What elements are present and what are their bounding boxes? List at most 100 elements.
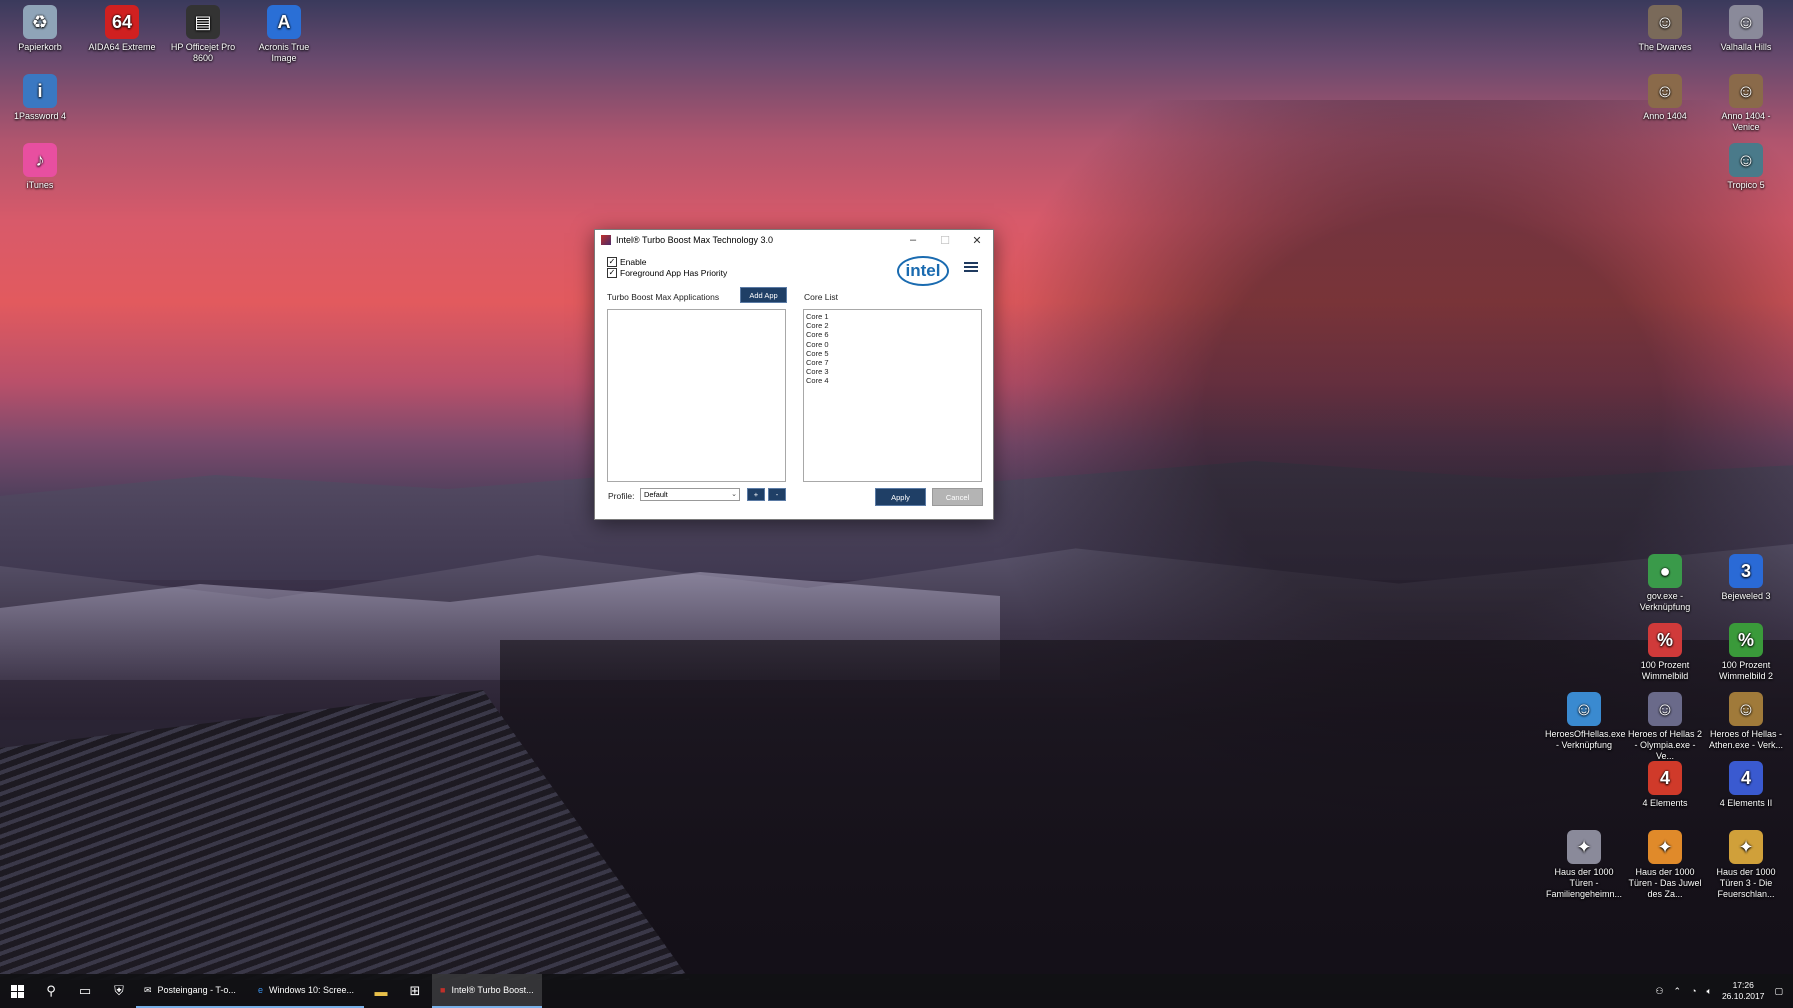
profile-select[interactable]: Default ⌄	[640, 488, 740, 501]
1password-icon: i	[23, 74, 57, 108]
chevron-up-icon[interactable]: ⌃	[1674, 986, 1682, 997]
printer-icon: ▤	[186, 5, 220, 39]
desktop-shortcut[interactable]: ☺ Heroes of Hellas - Athen.exe - Verk...	[1707, 692, 1785, 751]
core-list-item[interactable]: Core 2	[804, 321, 981, 330]
profile-label: Profile:	[608, 491, 635, 501]
desktop-shortcut[interactable]: 3 Bejeweled 3	[1707, 554, 1785, 602]
aida64-icon: 64	[105, 5, 139, 39]
core-list-item[interactable]: Core 7	[804, 358, 981, 367]
core-list-item[interactable]: Core 1	[804, 312, 981, 321]
foreground-priority-checkbox[interactable]: ✓	[607, 268, 617, 278]
taskbar-app-label: Posteingang - T-o...	[157, 985, 236, 995]
game-icon: 4	[1729, 761, 1763, 795]
desktop-shortcut[interactable]: % 100 Prozent Wimmelbild 2	[1707, 623, 1785, 682]
core-list-item[interactable]: Core 3	[804, 367, 981, 376]
desktop-shortcut-label: Papierkorb	[18, 42, 62, 52]
desktop-shortcut[interactable]: ✦ Haus der 1000 Türen - Das Juwel des Za.…	[1626, 830, 1704, 900]
desktop-shortcut[interactable]: A Acronis True Image	[245, 5, 323, 64]
core-list-label: Core List	[804, 292, 839, 302]
bejeweled-icon: 3	[1729, 554, 1763, 588]
desktop-shortcut-label: Haus der 1000 Türen - Das Juwel des Za..…	[1628, 867, 1702, 899]
task-view-button[interactable]: ▭	[68, 974, 102, 1008]
system-tray: ⚇ ⌃ ◔ 🔈︎ 17:26 26.10.2017 ▢	[1655, 974, 1793, 1008]
desktop-shortcut-label: HP Officejet Pro 8600	[170, 42, 236, 63]
taskbar-app-button[interactable]: ✉ Posteingang - T-o...	[136, 974, 250, 1008]
core-list-item[interactable]: Core 0	[804, 340, 981, 349]
minimize-button[interactable]: –	[897, 230, 929, 250]
taskbar-app-label: Intel® Turbo Boost...	[451, 985, 534, 995]
defender-button[interactable]: ⛨	[102, 974, 136, 1008]
dialog-title: Intel® Turbo Boost Max Technology 3.0	[616, 235, 774, 245]
intel-logo: intel	[897, 256, 949, 286]
desktop-shortcut-label: Haus der 1000 Türen - Familiengeheimn...	[1545, 867, 1623, 899]
desktop-shortcut[interactable]: % 100 Prozent Wimmelbild	[1626, 623, 1704, 682]
volume-icon[interactable]: 🔈︎	[1707, 986, 1712, 997]
desktop-shortcut[interactable]: ☺ Anno 1404 - Venice	[1707, 74, 1785, 133]
desktop-shortcut[interactable]: 4 4 Elements II	[1707, 761, 1785, 809]
desktop-shortcut-label: The Dwarves	[1638, 42, 1692, 52]
wifi-icon[interactable]: ◔	[1691, 986, 1696, 996]
desktop-shortcut[interactable]: ♪ iTunes	[1, 143, 79, 191]
desktop-shortcut-label: Heroes of Hellas 2 - Olympia.exe - Ve...	[1627, 729, 1703, 761]
desktop-shortcut-label: AIDA64 Extreme	[88, 42, 156, 52]
enable-row: ✓ Enable	[607, 257, 646, 267]
desktop-shortcut[interactable]: ☺ Valhalla Hills	[1707, 5, 1785, 53]
desktop-shortcut-label: 4 Elements	[1642, 798, 1688, 808]
clock-date: 26.10.2017	[1721, 991, 1765, 1001]
desktop-shortcut[interactable]: ☺ Tropico 5	[1707, 143, 1785, 191]
clock-time: 17:26	[1732, 980, 1754, 990]
maximize-button: ☐	[940, 234, 950, 247]
enable-label: Enable	[620, 257, 647, 267]
taskbar-app-button[interactable]: ■ Intel® Turbo Boost...	[432, 974, 542, 1008]
desktop-shortcut[interactable]: 64 AIDA64 Extreme	[83, 5, 161, 53]
file-explorer-button[interactable]: ▬	[364, 974, 398, 1008]
edge-icon: e	[258, 985, 264, 995]
apps-listbox[interactable]	[607, 309, 786, 482]
start-button[interactable]	[0, 974, 34, 1008]
game-icon: ●	[1648, 554, 1682, 588]
folder-icon: ▬	[374, 983, 388, 999]
close-button[interactable]: ✕	[961, 230, 993, 250]
core-list-item[interactable]: Core 4	[804, 376, 981, 385]
desktop-shortcut[interactable]: ✦ Haus der 1000 Türen - Familiengeheimn..…	[1545, 830, 1623, 900]
desktop-shortcut[interactable]: 4 4 Elements	[1626, 761, 1704, 809]
core-list-item[interactable]: Core 6	[804, 330, 981, 339]
desktop-shortcut-label: Haus der 1000 Türen 3 - Die Feuerschlan.…	[1716, 867, 1776, 899]
hamburger-menu-icon[interactable]	[964, 262, 978, 274]
dialog-titlebar[interactable]: Intel® Turbo Boost Max Technology 3.0 – …	[595, 230, 993, 250]
desktop-shortcut-label: Anno 1404 - Venice	[1721, 111, 1771, 132]
desktop-shortcut[interactable]: ☺ The Dwarves	[1626, 5, 1704, 53]
chevron-down-icon: ⌄	[731, 491, 737, 498]
wallpaper-ground	[500, 640, 1793, 974]
foreground-priority-row: ✓ Foreground App Has Priority	[607, 268, 727, 278]
desktop-shortcut[interactable]: ☺ Anno 1404	[1626, 74, 1704, 122]
desktop-shortcut[interactable]: i 1Password 4	[1, 74, 79, 122]
add-app-button[interactable]: Add App	[740, 287, 787, 303]
core-listbox[interactable]: Core 1 Core 2 Core 6 Core 0 Core 5 Core 7 Core…	[803, 309, 982, 482]
game-icon: ☺	[1729, 74, 1763, 108]
core-list-item[interactable]: Core 5	[804, 349, 981, 358]
add-profile-button[interactable]: +	[747, 488, 765, 501]
network-person-icon[interactable]: ⚇	[1655, 986, 1663, 997]
desktop-shortcut-label: 1Password 4	[13, 111, 67, 121]
store-button[interactable]: ⊞	[398, 974, 432, 1008]
game-icon: ☺	[1648, 692, 1682, 726]
desktop-shortcut[interactable]: ▤ HP Officejet Pro 8600	[164, 5, 242, 64]
desktop-shortcut[interactable]: ● gov.exe - Verknüpfung	[1626, 554, 1704, 613]
clock[interactable]: 17:26 26.10.2017	[1722, 980, 1765, 1002]
notification-center-icon[interactable]: ▢	[1774, 986, 1783, 997]
desktop-shortcut[interactable]: ☺ HeroesOfHellas.exe - Verknüpfung	[1545, 692, 1626, 751]
remove-profile-button[interactable]: -	[768, 488, 786, 501]
desktop-shortcut[interactable]: ☺ Heroes of Hellas 2 - Olympia.exe - Ve..…	[1626, 692, 1704, 762]
desktop-shortcut-label: gov.exe - Verknüpfung	[1639, 591, 1691, 612]
desktop-shortcut[interactable]: ♻ Papierkorb	[1, 5, 79, 53]
enable-checkbox[interactable]: ✓	[607, 257, 617, 267]
search-button[interactable]: ⚲	[34, 974, 68, 1008]
itunes-icon: ♪	[23, 143, 57, 177]
intel-app-icon: ■	[440, 985, 446, 995]
taskbar: ⚲ ▭ ⛨ ✉ Posteingang - T-o... e Windows 10: …	[0, 974, 1793, 1008]
apps-list-label: Turbo Boost Max Applications	[607, 292, 720, 302]
desktop-shortcut[interactable]: ✦ Haus der 1000 Türen 3 - Die Feuerschlan…	[1707, 830, 1785, 900]
apply-button[interactable]: Apply	[875, 488, 926, 506]
taskbar-app-button[interactable]: e Windows 10: Scree...	[250, 974, 364, 1008]
